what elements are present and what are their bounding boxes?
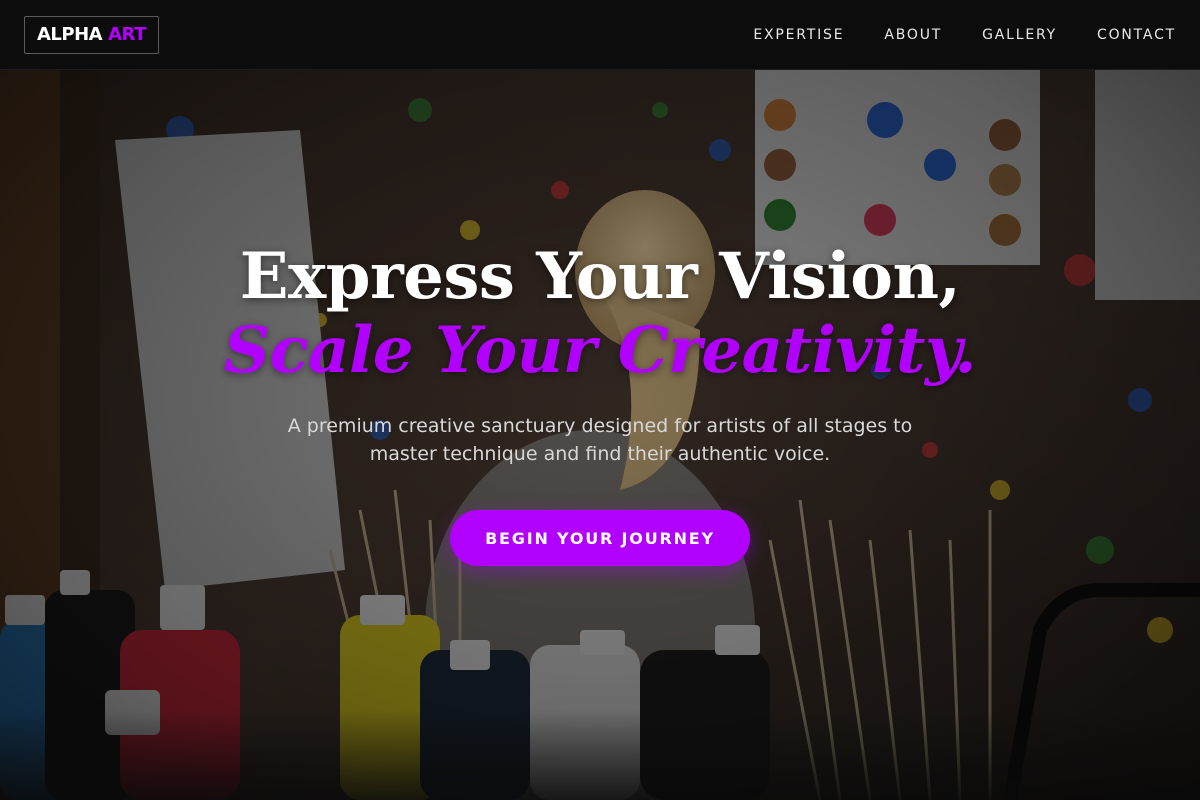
- nav-link-about[interactable]: ABOUT: [884, 27, 942, 43]
- navbar: ALPHA ART EXPERTISE ABOUT GALLERY CONTAC…: [0, 0, 1200, 70]
- hero-subtitle: A premium creative sanctuary designed fo…: [287, 415, 913, 465]
- nav-menu: EXPERTISE ABOUT GALLERY CONTACT: [713, 0, 1176, 70]
- nav-link-gallery[interactable]: GALLERY: [982, 27, 1057, 43]
- hero-bottom-fade: [0, 710, 1200, 800]
- hero-headline-line1: Express Your Vision,: [239, 239, 961, 314]
- begin-journey-button[interactable]: BEGIN YOUR JOURNEY: [450, 510, 750, 566]
- brand-logo[interactable]: ALPHA ART: [24, 15, 159, 54]
- brand-name-part2: ART: [108, 24, 146, 45]
- hero-headline-line2: Scale Your Creativity.: [223, 313, 977, 388]
- nav-link-contact[interactable]: CONTACT: [1097, 27, 1176, 43]
- nav-link-expertise[interactable]: EXPERTISE: [753, 27, 844, 43]
- brand-name-part1: ALPHA: [37, 24, 103, 45]
- hero-content: Express Your Vision, Scale Your Creativi…: [0, 240, 1200, 566]
